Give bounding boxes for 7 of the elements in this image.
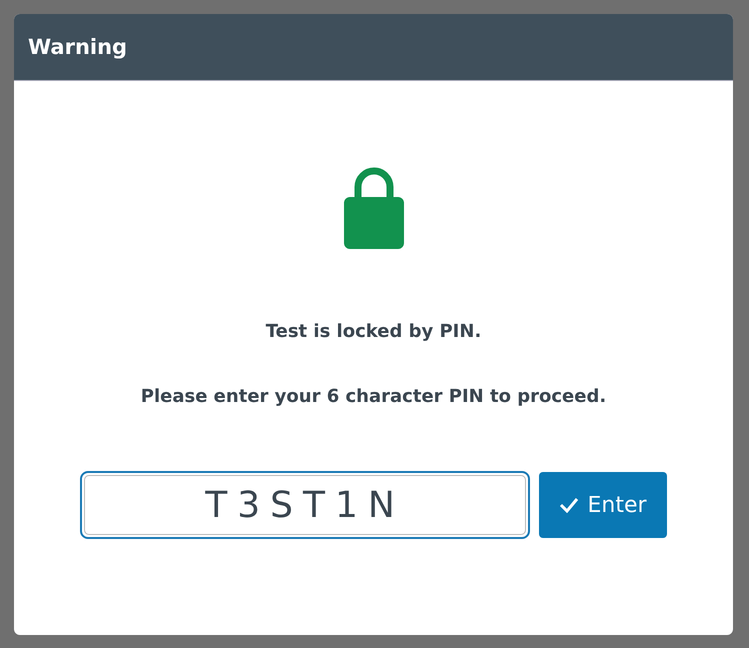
lock-message: Test is locked by PIN.: [266, 321, 482, 342]
instruction-text: Please enter your 6 character PIN to proceed.: [140, 386, 606, 407]
dialog-title: Warning: [28, 35, 128, 59]
padlock-icon: [344, 165, 404, 249]
check-icon: [559, 497, 580, 513]
pin-field[interactable]: T3ST1N: [80, 471, 530, 539]
enter-button[interactable]: Enter: [539, 472, 667, 538]
